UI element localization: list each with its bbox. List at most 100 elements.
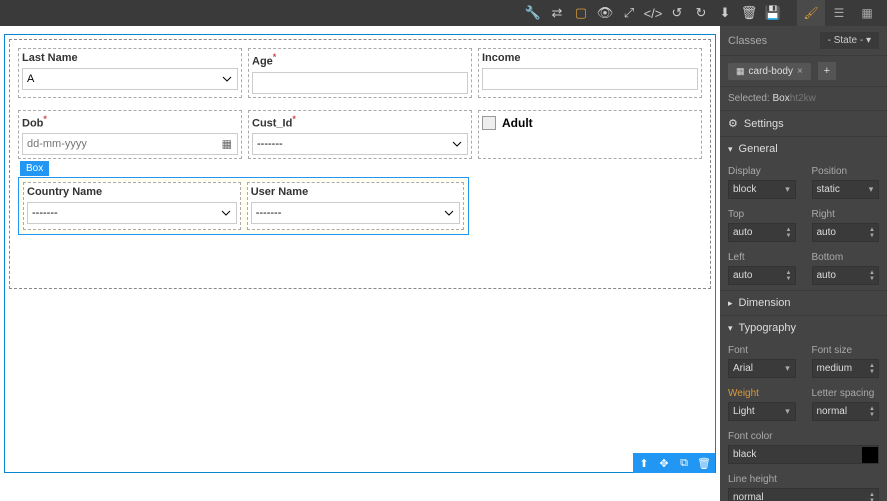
age-input[interactable] — [252, 72, 468, 94]
add-class-button[interactable]: + — [818, 62, 836, 80]
letter-spacing-label: Letter spacing — [812, 388, 880, 399]
line-height-input[interactable] — [729, 489, 866, 501]
last-name-label: Last Name — [22, 52, 238, 64]
undo-icon[interactable]: ↺ — [665, 1, 689, 25]
class-chip[interactable]: ▦ card-body × — [728, 63, 811, 80]
left-label: Left — [728, 252, 796, 263]
download-icon[interactable]: ⬇ — [713, 1, 737, 25]
field-age[interactable]: Age* — [248, 48, 472, 98]
spinner-icon[interactable]: ▲▼ — [866, 363, 878, 375]
save-icon[interactable]: 💾 — [761, 1, 785, 25]
chevron-down-icon[interactable]: ▾ — [781, 406, 795, 417]
line-height-label: Line height — [728, 474, 879, 485]
field-username[interactable]: User Name ------- — [247, 182, 465, 230]
position-input[interactable] — [813, 181, 865, 198]
calendar-icon[interactable]: ▦ — [222, 138, 232, 151]
field-last-name[interactable]: Last Name A — [18, 48, 242, 98]
spinner-icon[interactable]: ▲▼ — [783, 227, 795, 239]
dimension-section[interactable]: ▸ Dimension — [720, 290, 887, 315]
color-swatch[interactable] — [862, 447, 878, 463]
font-color-input[interactable] — [729, 446, 862, 463]
left-input[interactable] — [729, 267, 783, 284]
username-label: User Name — [251, 186, 461, 198]
remove-class-icon[interactable]: × — [797, 66, 803, 77]
income-input[interactable] — [482, 68, 698, 90]
square-icon[interactable]: ▢ — [569, 1, 593, 25]
field-cust-id[interactable]: Cust_Id* ------- — [248, 110, 472, 160]
dob-input[interactable] — [22, 133, 238, 155]
wrench-icon[interactable]: 🔧 — [521, 1, 545, 25]
card-body[interactable]: Last Name A Age* Income Dob* — [9, 39, 711, 289]
field-country[interactable]: Country Name ------- — [23, 182, 241, 230]
caret-right-icon: ▸ — [728, 298, 733, 309]
class-tags-row: ▦ card-body × + — [720, 56, 887, 87]
expand-icon[interactable]: ⤢ — [617, 1, 641, 25]
display-input[interactable] — [729, 181, 781, 198]
box-tag[interactable]: Box — [20, 161, 49, 176]
delete-icon[interactable]: 🗑 — [695, 455, 713, 471]
selection-toolbar: ⬆ ✥ ⧉ 🗑 — [633, 453, 715, 473]
code-icon[interactable]: </> — [641, 1, 665, 25]
cust-id-label: Cust_Id* — [252, 114, 468, 130]
form-row-2: Dob* ▦ Cust_Id* ------- Adult — [18, 110, 702, 160]
right-label: Right — [812, 209, 880, 220]
chevron-down-icon[interactable]: ▾ — [864, 184, 878, 195]
font-size-input[interactable] — [813, 360, 867, 377]
trash-icon[interactable]: 🗑 — [737, 1, 761, 25]
spinner-icon[interactable]: ▲▼ — [866, 270, 878, 282]
eye-icon[interactable]: 👁 — [593, 1, 617, 25]
top-input[interactable] — [729, 224, 783, 241]
letter-spacing-input[interactable] — [813, 403, 867, 420]
menu-tab-icon[interactable]: ☰ — [825, 0, 853, 26]
gear-icon: ⚙ — [728, 117, 738, 130]
classes-label: Classes — [728, 35, 767, 47]
last-name-select[interactable]: A — [22, 68, 238, 90]
font-size-label: Font size — [812, 345, 880, 356]
state-dropdown[interactable]: - State - ▾ — [820, 32, 879, 49]
typography-props: Font ▾ Font size ▲▼ Weight ▾ Letter spac… — [720, 340, 887, 501]
selected-wrapper[interactable]: Last Name A Age* Income Dob* — [4, 34, 716, 473]
settings-section[interactable]: ⚙ Settings — [720, 110, 887, 136]
right-panel: Classes - State - ▾ ▦ card-body × + Sele… — [720, 26, 887, 501]
brush-tab-icon[interactable]: 🖌 — [797, 0, 825, 26]
bottom-input[interactable] — [813, 267, 867, 284]
redo-icon[interactable]: ↻ — [689, 1, 713, 25]
toolbar-tools: 🔧 ⇄ ▢ 👁 ⤢ </> ↺ ↻ ⬇ 🗑 💾 — [521, 1, 785, 25]
copy-icon[interactable]: ⧉ — [675, 455, 693, 471]
typography-section[interactable]: ▾ Typography — [720, 315, 887, 340]
spinner-icon[interactable]: ▲▼ — [783, 270, 795, 282]
chevron-down-icon[interactable]: ▾ — [781, 363, 795, 374]
adult-label: Adult — [502, 116, 533, 130]
spinner-icon[interactable]: ▲▼ — [866, 227, 878, 239]
country-select[interactable]: ------- — [27, 202, 237, 224]
dob-label: Dob* — [22, 114, 238, 130]
font-color-label: Font color — [728, 431, 879, 442]
top-label: Top — [728, 209, 796, 220]
font-input[interactable] — [729, 360, 781, 377]
spinner-icon[interactable]: ▲▼ — [866, 406, 878, 418]
weight-input[interactable] — [729, 403, 781, 420]
swap-icon[interactable]: ⇄ — [545, 1, 569, 25]
form-row-1: Last Name A Age* Income — [18, 48, 702, 98]
general-section[interactable]: ▾ General — [720, 136, 887, 161]
username-select[interactable]: ------- — [251, 202, 461, 224]
income-label: Income — [482, 52, 698, 64]
field-income[interactable]: Income — [478, 48, 702, 98]
adult-checkbox[interactable] — [482, 116, 496, 130]
move-icon[interactable]: ✥ — [655, 455, 673, 471]
bottom-label: Bottom — [812, 252, 880, 263]
cust-id-select[interactable]: ------- — [252, 133, 468, 155]
move-up-icon[interactable]: ⬆ — [635, 455, 653, 471]
field-dob[interactable]: Dob* ▦ — [18, 110, 242, 160]
canvas-area[interactable]: Last Name A Age* Income Dob* — [0, 26, 720, 501]
position-label: Position — [812, 166, 880, 177]
chevron-down-icon[interactable]: ▾ — [781, 184, 795, 195]
font-label: Font — [728, 345, 796, 356]
selected-box[interactable]: Country Name ------- User Name ------- — [18, 177, 469, 235]
field-adult[interactable]: Adult — [478, 110, 702, 160]
selected-indicator: Selected: Boxht2kw — [720, 87, 887, 110]
grid-tab-icon[interactable]: ▦ — [853, 0, 881, 26]
right-input[interactable] — [813, 224, 867, 241]
spinner-icon[interactable]: ▲▼ — [866, 492, 878, 501]
top-toolbar: 🔧 ⇄ ▢ 👁 ⤢ </> ↺ ↻ ⬇ 🗑 💾 🖌 ☰ ▦ — [0, 0, 887, 26]
